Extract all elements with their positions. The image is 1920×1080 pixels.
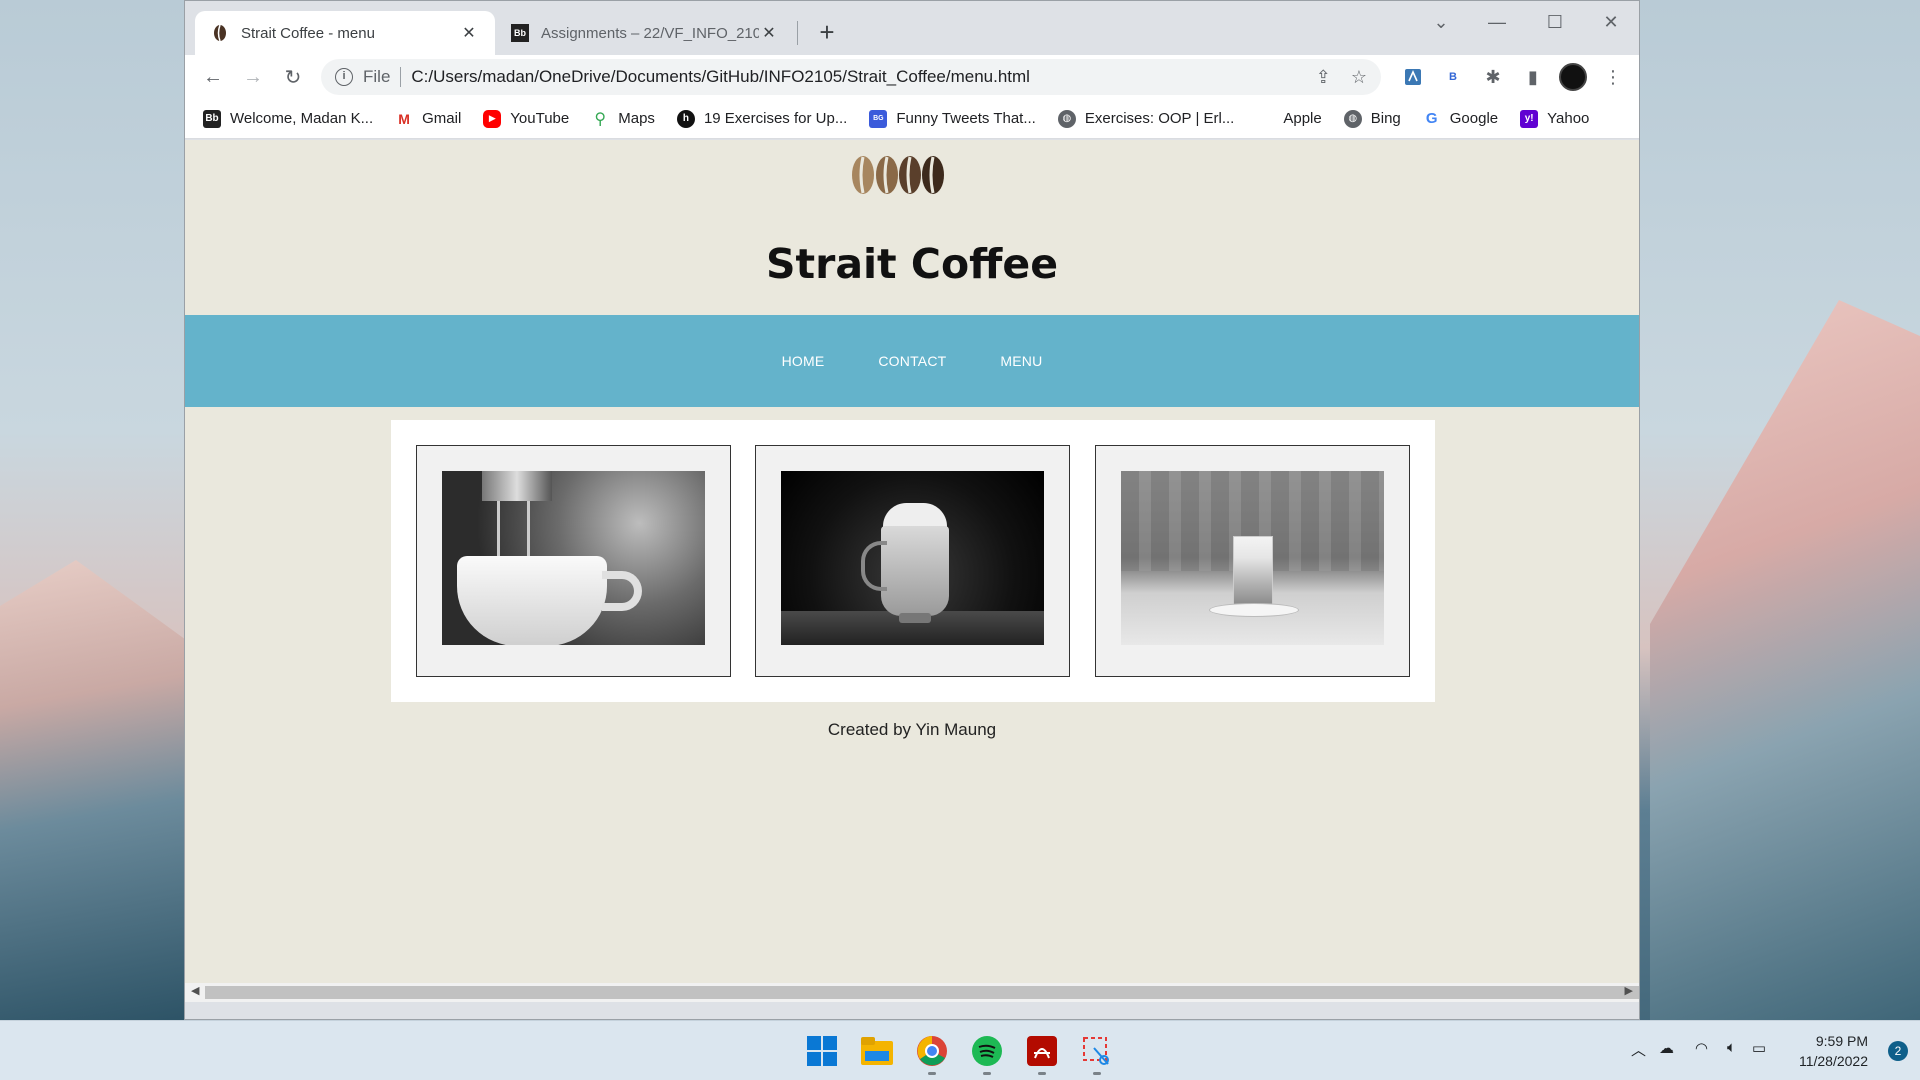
running-indicator xyxy=(1093,1072,1101,1075)
gallery-card[interactable] xyxy=(755,445,1070,677)
page-viewport: Strait Coffee HOME CONTACT MENU Created … xyxy=(185,140,1639,1002)
wifi-icon[interactable]: ◠ xyxy=(1695,1039,1708,1057)
scroll-left-icon[interactable]: ◀ xyxy=(191,984,199,997)
acrobat-icon[interactable] xyxy=(1022,1031,1062,1075)
gmail-icon: M xyxy=(395,109,414,128)
back-icon[interactable]: ← xyxy=(193,57,233,97)
site-nav: HOME CONTACT MENU xyxy=(185,315,1639,407)
coffee-bean-icon xyxy=(211,24,229,42)
spotify-icon[interactable] xyxy=(967,1031,1007,1075)
taskbar: ︿ ☁ ◠ 🔈︎ ▭ 9:59 PM 11/28/2022 2 xyxy=(0,1020,1920,1080)
bookmark-item[interactable]: ◍ Bing xyxy=(1343,109,1401,128)
nav-contact[interactable]: CONTACT xyxy=(851,353,973,369)
address-url: C:/Users/madan/OneDrive/Documents/GitHub… xyxy=(411,67,1030,86)
blackboard-icon: Bb xyxy=(511,24,529,42)
extension-icon[interactable] xyxy=(1393,57,1433,97)
site-footer: Created by Yin Maung xyxy=(827,720,997,739)
side-panel-icon[interactable]: ▮ xyxy=(1513,57,1553,97)
running-indicator xyxy=(928,1072,936,1075)
onedrive-icon[interactable]: ☁ xyxy=(1659,1039,1674,1057)
bookmark-item[interactable]: ▶ YouTube xyxy=(483,109,569,128)
bookmark-item[interactable]: ⚲ Maps xyxy=(591,109,655,128)
gallery-card[interactable] xyxy=(1095,445,1410,677)
browser-toolbar: ← → ↻ i File C:/Users/madan/OneDrive/Doc… xyxy=(185,55,1639,99)
nav-menu[interactable]: MENU xyxy=(973,353,1069,369)
scroll-right-icon[interactable]: ▶ xyxy=(1625,984,1633,997)
reload-icon[interactable]: ↻ xyxy=(273,57,313,97)
running-indicator xyxy=(983,1072,991,1075)
bookmark-item[interactable]: ◍ Exercises: OOP | Erl... xyxy=(1057,109,1234,128)
google-icon: G xyxy=(1422,109,1441,128)
tab-strip: Strait Coffee - menu ✕ Bb Assignments – … xyxy=(185,1,1639,55)
tab-title: Assignments – 22/VF_INFO_2105 xyxy=(541,24,759,42)
bookmarks-bar: Bb Welcome, Madan K... M Gmail ▶ YouTube ⚲ M… xyxy=(185,99,1639,139)
maps-icon: ⚲ xyxy=(591,109,610,128)
horizontal-scrollbar[interactable]: ◀ ▶ xyxy=(185,983,1639,1002)
bookmark-item[interactable]: y! Yahoo xyxy=(1520,109,1589,128)
system-clock[interactable]: 9:59 PM 11/28/2022 xyxy=(1799,1031,1868,1071)
browser-window: Strait Coffee - menu ✕ Bb Assignments – … xyxy=(184,0,1640,1020)
address-bar[interactable]: i File C:/Users/madan/OneDrive/Documents… xyxy=(321,59,1381,95)
bookmark-icon: BG xyxy=(869,109,888,128)
address-scheme: File xyxy=(363,67,402,87)
start-icon[interactable] xyxy=(802,1031,842,1071)
bookmark-item[interactable]: Bb Welcome, Madan K... xyxy=(203,109,373,128)
nav-home[interactable]: HOME xyxy=(755,353,852,369)
gallery-card[interactable] xyxy=(416,445,731,677)
menu-kebab-icon[interactable]: ⋮ xyxy=(1593,57,1633,97)
site-header: Strait Coffee xyxy=(185,140,1639,315)
bing-extension-icon[interactable]: B xyxy=(1433,57,1473,97)
clock-date: 11/28/2022 xyxy=(1798,1053,1868,1069)
blackboard-icon: Bb xyxy=(203,109,221,128)
menu-gallery xyxy=(391,420,1435,702)
profile-avatar[interactable] xyxy=(1553,57,1593,97)
battery-icon[interactable]: ▭ xyxy=(1752,1039,1766,1057)
share-icon[interactable]: ⇪ xyxy=(1316,67,1331,88)
forward-icon[interactable]: → xyxy=(233,57,273,97)
bookmark-item[interactable]: h 19 Exercises for Up... xyxy=(676,109,847,128)
bookmark-item[interactable]: M Gmail xyxy=(395,109,461,128)
desktop-dune-right xyxy=(1650,300,1920,1020)
info-icon[interactable]: i xyxy=(335,68,353,86)
extensions-puzzle-icon[interactable]: ✱ xyxy=(1473,57,1513,97)
bookmark-item[interactable]: BG Funny Tweets That... xyxy=(869,109,1036,128)
globe-icon: ◍ xyxy=(1343,109,1362,128)
tab-strait-coffee[interactable]: Strait Coffee - menu ✕ xyxy=(195,11,495,55)
tab-separator xyxy=(797,21,798,45)
close-tab-icon[interactable]: ✕ xyxy=(459,23,479,43)
tab-assignments[interactable]: Bb Assignments – 22/VF_INFO_2105 ✕ xyxy=(495,11,795,55)
globe-icon: ◍ xyxy=(1057,109,1076,128)
bookmark-item[interactable]: Apple xyxy=(1256,109,1322,128)
youtube-icon: ▶ xyxy=(483,109,502,128)
show-hidden-icons-icon[interactable]: ︿ xyxy=(1631,1039,1646,1060)
desktop-dune-left xyxy=(0,560,190,1020)
scrollbar-thumb[interactable] xyxy=(205,986,1639,999)
site-title: Strait Coffee xyxy=(765,240,1059,288)
chrome-icon[interactable] xyxy=(912,1031,952,1075)
new-tab-button[interactable]: + xyxy=(810,15,844,49)
tab-title: Strait Coffee - menu xyxy=(241,24,375,42)
bookmark-item[interactable]: G Google xyxy=(1422,109,1498,128)
apple-icon xyxy=(1256,109,1275,128)
clock-time: 9:59 PM xyxy=(1815,1033,1868,1049)
latte-mug-photo xyxy=(781,471,1044,645)
running-indicator xyxy=(1038,1072,1046,1075)
close-window-button[interactable]: ✕ xyxy=(1591,7,1631,37)
layered-latte-photo xyxy=(1121,471,1384,645)
snipping-tool-icon[interactable] xyxy=(1077,1031,1117,1075)
tab-search-icon[interactable]: ⌄ xyxy=(1421,7,1461,37)
volume-icon[interactable]: 🔈︎ xyxy=(1727,1039,1736,1056)
minimize-button[interactable]: — xyxy=(1477,7,1517,37)
yahoo-icon: y! xyxy=(1520,109,1539,128)
close-tab-icon[interactable]: ✕ xyxy=(759,23,779,43)
file-explorer-icon[interactable] xyxy=(857,1031,897,1071)
site-icon: h xyxy=(676,109,695,128)
star-icon[interactable]: ☆ xyxy=(1351,67,1367,88)
notification-badge[interactable]: 2 xyxy=(1888,1041,1908,1061)
maximize-button[interactable]: ☐ xyxy=(1535,7,1575,37)
espresso-photo xyxy=(442,471,705,645)
coffee-beans-logo xyxy=(852,156,944,194)
